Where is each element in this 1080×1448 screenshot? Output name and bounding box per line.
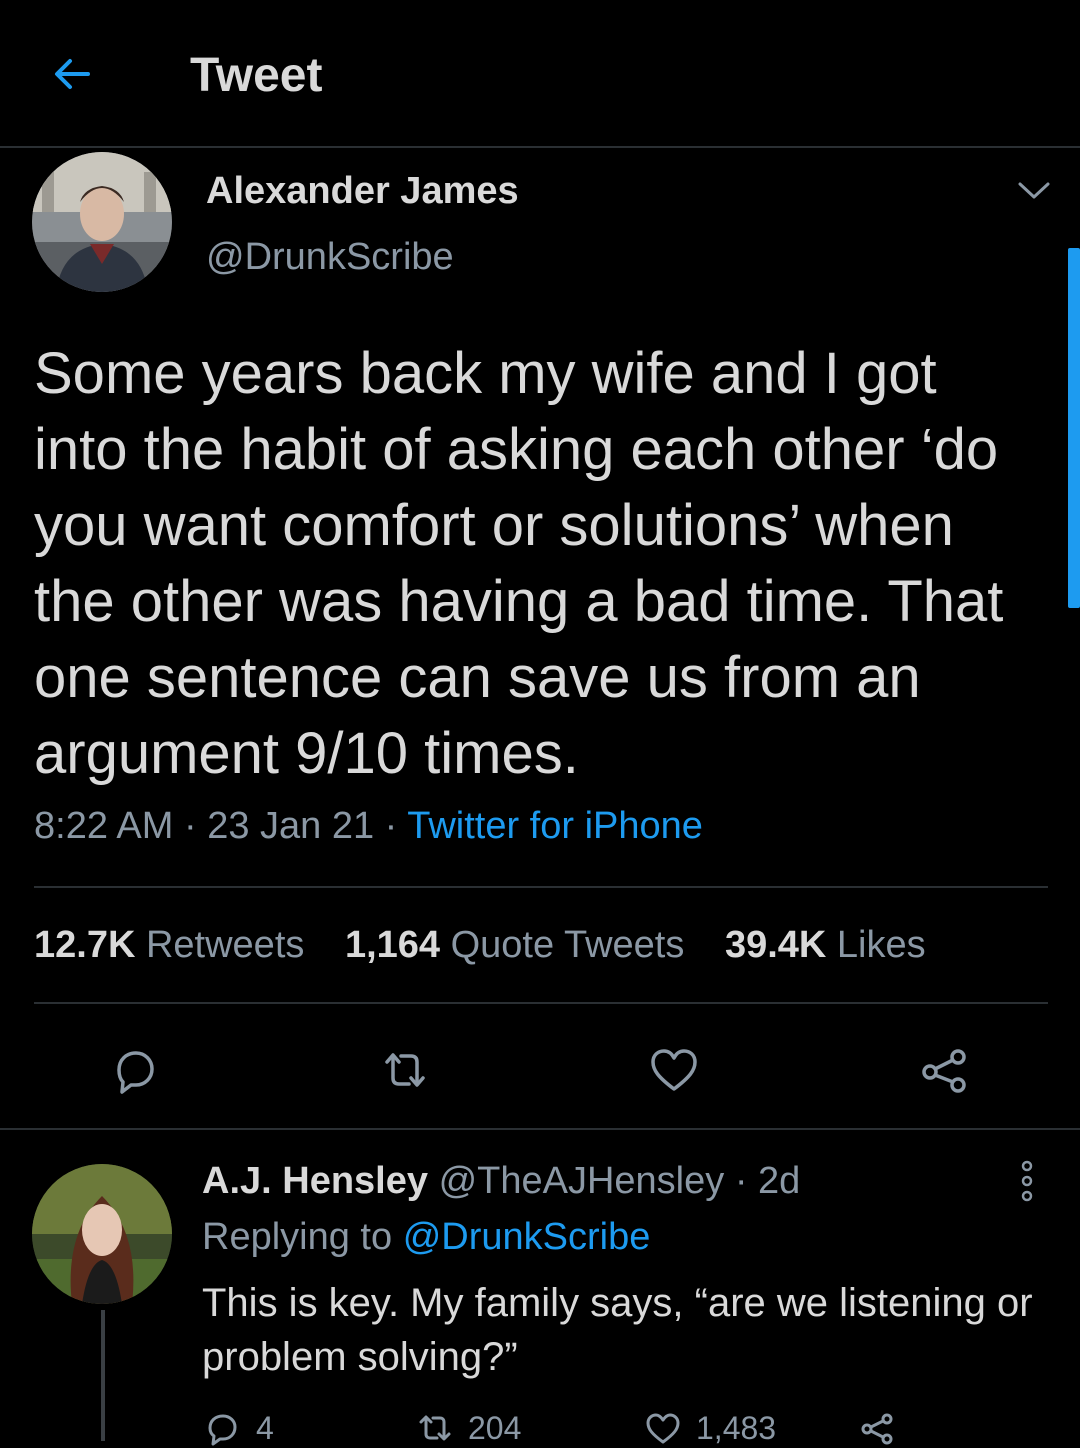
retweet-icon [419, 1415, 451, 1441]
reply-age: · 2d [734, 1160, 801, 1202]
share-icon[interactable] [916, 1042, 972, 1098]
share-icon [861, 1413, 893, 1445]
scroll-indicator[interactable] [1068, 248, 1080, 608]
heart-icon [646, 1413, 680, 1444]
reply-share-button[interactable] [858, 1408, 896, 1448]
divider [0, 1128, 1080, 1130]
back-arrow-icon[interactable] [48, 50, 96, 98]
retweet-icon[interactable] [377, 1042, 433, 1098]
author-name[interactable]: Alexander James [206, 170, 519, 213]
author-handle[interactable]: @DrunkScribe [206, 236, 454, 279]
divider [34, 886, 1048, 888]
more-vertical-icon[interactable] [1016, 1158, 1038, 1204]
author-avatar[interactable] [32, 152, 172, 292]
reply-icon[interactable] [107, 1042, 163, 1098]
divider [34, 1002, 1048, 1004]
replying-to-label: Replying to [202, 1216, 393, 1258]
header-divider [0, 146, 1080, 148]
likes-stat[interactable]: 39.4K Likes [725, 924, 926, 966]
quote-tweets-stat[interactable]: 1,164 Quote Tweets [345, 924, 684, 966]
meta-separator: · [374, 805, 408, 847]
reply-retweet-button[interactable]: 204 [416, 1408, 521, 1448]
likes-count: 39.4K [724, 924, 827, 966]
tweet-date: 23 Jan 21 [207, 805, 375, 847]
retweets-count: 12.7K [34, 924, 136, 966]
likes-label: Likes [836, 924, 926, 966]
tweet-text: Some years back my wife and I got into t… [34, 341, 1020, 786]
reply-text: This is key. My family says, “are we lis… [202, 1281, 1033, 1379]
meta-separator: · [173, 805, 208, 847]
tweet-time: 8:22 AM [34, 805, 174, 847]
tweet-source-link[interactable]: Twitter for iPhone [407, 805, 703, 847]
page-title: Tweet [190, 49, 323, 102]
reply-author-name[interactable]: A.J. Hensley [202, 1160, 428, 1202]
chevron-down-icon[interactable] [1014, 176, 1054, 204]
reply-like-button[interactable]: 1,483 [644, 1408, 776, 1448]
replying-to: Replying to @DrunkScribe [202, 1216, 650, 1259]
reply-icon [208, 1414, 237, 1446]
tweet-stats: 12.7K Retweets 1,164 Quote Tweets 39.4K … [34, 924, 956, 967]
reply-header: A.J. Hensley @TheAJHensley · 2d [202, 1160, 800, 1203]
reply-author-handle[interactable]: @TheAJHensley [439, 1160, 725, 1202]
quotes-label: Quote Tweets [450, 924, 685, 966]
heart-icon[interactable] [646, 1042, 702, 1098]
thread-line [101, 1310, 105, 1441]
retweets-label: Retweets [145, 924, 305, 966]
quotes-count: 1,164 [344, 924, 441, 966]
reply-reply-button[interactable]: 4 [204, 1408, 274, 1448]
retweets-stat[interactable]: 12.7K Retweets [34, 924, 304, 966]
reply-author-avatar[interactable] [32, 1164, 172, 1304]
replying-to-mention[interactable]: @DrunkScribe [403, 1216, 651, 1258]
tweet-meta: 8:22 AM · 23 Jan 21 · Twitter for iPhone [34, 805, 703, 848]
